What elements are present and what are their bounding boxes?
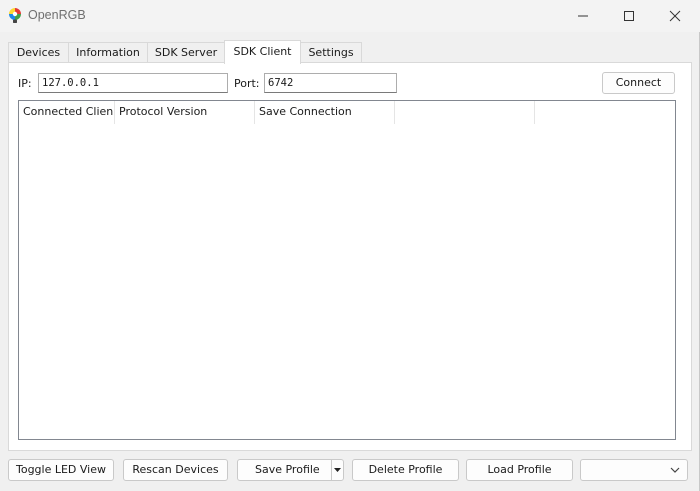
tab-settings[interactable]: Settings bbox=[300, 42, 362, 63]
table-header: Connected Clien Protocol Version Save Co… bbox=[19, 101, 675, 124]
maximize-button[interactable] bbox=[606, 0, 652, 32]
profile-select[interactable] bbox=[580, 459, 688, 481]
port-label: Port: bbox=[234, 77, 260, 90]
chevron-down-icon bbox=[670, 467, 680, 473]
save-profile-button[interactable]: Save Profile bbox=[237, 459, 344, 481]
close-icon bbox=[669, 10, 681, 22]
column-header-empty-2[interactable] bbox=[535, 101, 675, 124]
tab-sdk-client[interactable]: SDK Client bbox=[224, 40, 301, 64]
maximize-icon bbox=[624, 11, 634, 21]
main-window: OpenRGB Devices Information SDK Server S… bbox=[0, 0, 700, 491]
window-title: OpenRGB bbox=[28, 8, 86, 22]
ip-label: IP: bbox=[18, 77, 32, 90]
tab-sdk-server[interactable]: SDK Server bbox=[147, 42, 225, 63]
ip-input[interactable]: 127.0.0.1 bbox=[38, 73, 228, 93]
title-bar[interactable]: OpenRGB bbox=[0, 0, 700, 32]
save-profile-label: Save Profile bbox=[255, 463, 320, 476]
column-header-protocol-version[interactable]: Protocol Version bbox=[115, 101, 255, 124]
rescan-devices-button[interactable]: Rescan Devices bbox=[123, 459, 228, 481]
connect-button[interactable]: Connect bbox=[602, 72, 675, 94]
minimize-button[interactable] bbox=[560, 0, 606, 32]
openrgb-logo-icon bbox=[7, 7, 23, 24]
column-header-empty-1[interactable] bbox=[395, 101, 535, 124]
column-header-connected-client[interactable]: Connected Clien bbox=[19, 101, 115, 124]
column-header-save-connection[interactable]: Save Connection bbox=[255, 101, 395, 124]
delete-profile-button[interactable]: Delete Profile bbox=[352, 459, 459, 481]
load-profile-button[interactable]: Load Profile bbox=[466, 459, 573, 481]
save-profile-menu-button[interactable] bbox=[331, 460, 344, 480]
port-input[interactable]: 6742 bbox=[264, 73, 397, 93]
client-table[interactable]: Connected Clien Protocol Version Save Co… bbox=[18, 100, 676, 440]
triangle-down-icon bbox=[334, 468, 341, 472]
tab-information[interactable]: Information bbox=[68, 42, 148, 63]
close-button[interactable] bbox=[652, 0, 698, 32]
toggle-led-view-button[interactable]: Toggle LED View bbox=[8, 459, 114, 481]
minimize-icon bbox=[578, 15, 588, 17]
tab-devices[interactable]: Devices bbox=[8, 42, 69, 63]
